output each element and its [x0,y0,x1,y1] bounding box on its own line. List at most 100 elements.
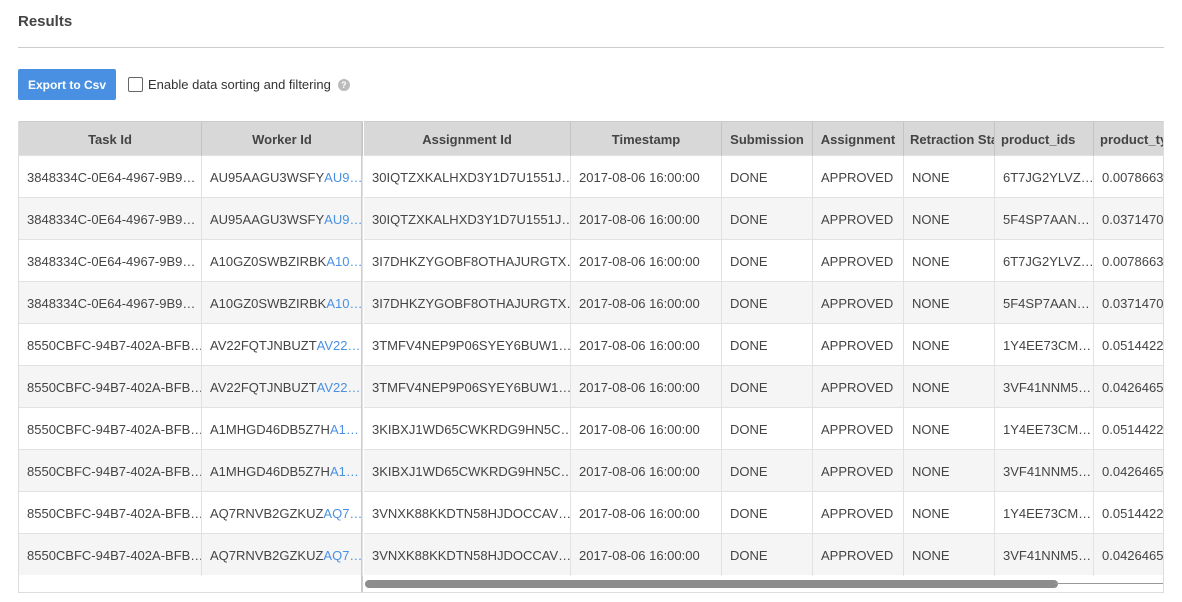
worker-id-cell[interactable]: A1MHGD46DB5Z7H A1… [202,408,363,450]
assignment-id-cell[interactable]: 3VNXK88KKDTN58HJDOCCAV… [364,492,571,534]
product-type-cell[interactable]: 0.0426465 [1094,366,1163,408]
table-row[interactable]: 3TMFV4NEP9P06SYEY6BUW1… 2017-08-06 16:00:… [364,365,1163,408]
column-header[interactable]: Submission [722,122,813,156]
assignment-status-cell[interactable]: APPROVED [813,534,904,576]
assignment-status-cell[interactable]: APPROVED [813,408,904,450]
table-row[interactable]: 30IQTZXKALHXD3Y1D7U1551J… 2017-08-06 16:0… [364,197,1163,240]
worker-id-cell[interactable]: AV22FQTJNBUZT AV22… [202,366,363,408]
table-row[interactable]: 3848334C-0E64-4967-9B9… A10GZ0SWBZIRBK A10… [19,281,363,324]
submission-cell[interactable]: DONE [722,450,813,492]
timestamp-cell[interactable]: 2017-08-06 16:00:00 [571,282,722,324]
timestamp-cell[interactable]: 2017-08-06 16:00:00 [571,366,722,408]
assignment-id-cell[interactable]: 3TMFV4NEP9P06SYEY6BUW1… [364,366,571,408]
timestamp-cell[interactable]: 2017-08-06 16:00:00 [571,198,722,240]
timestamp-cell[interactable]: 2017-08-06 16:00:00 [571,450,722,492]
worker-id-link[interactable]: AQ7… [323,506,362,521]
timestamp-cell[interactable]: 2017-08-06 16:00:00 [571,408,722,450]
submission-cell[interactable]: DONE [722,324,813,366]
column-header[interactable]: product_typ [1094,122,1163,156]
product-type-cell[interactable]: 0.0514422 [1094,492,1163,534]
retraction-status-cell[interactable]: NONE [904,450,995,492]
task-id-cell[interactable]: 3848334C-0E64-4967-9B9… [19,240,202,282]
table-row[interactable]: 3848334C-0E64-4967-9B9… AU95AAGU3WSFY AU9… [19,197,363,240]
product-ids-cell[interactable]: 3VF41NNM5… [995,366,1094,408]
worker-id-link[interactable]: AQ7… [323,548,362,563]
task-id-cell[interactable]: 8550CBFC-94B7-402A-BFB… [19,408,202,450]
product-type-cell[interactable]: 0.0514422 [1094,324,1163,366]
product-ids-cell[interactable]: 5F4SP7AAN… [995,282,1094,324]
task-id-cell[interactable]: 3848334C-0E64-4967-9B9… [19,198,202,240]
task-id-cell[interactable]: 8550CBFC-94B7-402A-BFB… [19,324,202,366]
assignment-status-cell[interactable]: APPROVED [813,198,904,240]
assignment-id-cell[interactable]: 3KIBXJ1WD65CWKRDG9HN5C… [364,450,571,492]
table-row[interactable]: 8550CBFC-94B7-402A-BFB… AQ7RNVB2GZKUZ AQ7… [19,533,363,576]
product-type-cell[interactable]: 0.0426465 [1094,534,1163,576]
timestamp-cell[interactable]: 2017-08-06 16:00:00 [571,156,722,198]
timestamp-cell[interactable]: 2017-08-06 16:00:00 [571,534,722,576]
assignment-id-cell[interactable]: 3TMFV4NEP9P06SYEY6BUW1… [364,324,571,366]
worker-id-cell[interactable]: AQ7RNVB2GZKUZ AQ7… [202,534,363,576]
task-id-cell[interactable]: 3848334C-0E64-4967-9B9… [19,282,202,324]
task-id-cell[interactable]: 8550CBFC-94B7-402A-BFB… [19,450,202,492]
product-type-cell[interactable]: 0.0514422 [1094,408,1163,450]
scrollbar-thumb[interactable] [365,580,1058,588]
worker-id-link[interactable]: AV22… [317,380,361,395]
worker-id-cell[interactable]: AV22FQTJNBUZT AV22… [202,324,363,366]
submission-cell[interactable]: DONE [722,366,813,408]
assignment-id-cell[interactable]: 3KIBXJ1WD65CWKRDG9HN5C… [364,408,571,450]
product-ids-cell[interactable]: 3VF41NNM5… [995,450,1094,492]
worker-id-cell[interactable]: AU95AAGU3WSFY AU9… [202,156,363,198]
product-ids-cell[interactable]: 3VF41NNM5… [995,534,1094,576]
submission-cell[interactable]: DONE [722,492,813,534]
column-header[interactable]: Timestamp [571,122,722,156]
worker-id-cell[interactable]: AU95AAGU3WSFY AU9… [202,198,363,240]
product-ids-cell[interactable]: 5F4SP7AAN… [995,198,1094,240]
column-header[interactable]: Retraction Stat [904,122,995,156]
retraction-status-cell[interactable]: NONE [904,366,995,408]
product-type-cell[interactable]: 0.0426465 [1094,450,1163,492]
product-ids-cell[interactable]: 6T7JG2YLVZ… [995,156,1094,198]
column-header[interactable]: product_ids [995,122,1094,156]
timestamp-cell[interactable]: 2017-08-06 16:00:00 [571,240,722,282]
horizontal-scrollbar[interactable] [364,577,1163,591]
help-icon[interactable]: ? [337,78,350,91]
table-row[interactable]: 3KIBXJ1WD65CWKRDG9HN5C… 2017-08-06 16:00:… [364,449,1163,492]
table-row[interactable]: 8550CBFC-94B7-402A-BFB… AV22FQTJNBUZT AV22… [19,323,363,366]
sort-filter-toggle[interactable]: Enable data sorting and filtering ? [128,77,350,92]
worker-id-cell[interactable]: AQ7RNVB2GZKUZ AQ7… [202,492,363,534]
worker-id-link[interactable]: A10… [326,296,362,311]
table-row[interactable]: 8550CBFC-94B7-402A-BFB… AV22FQTJNBUZT AV22… [19,365,363,408]
product-type-cell[interactable]: 0.0371470 [1094,198,1163,240]
column-header[interactable]: Worker Id [202,122,363,156]
retraction-status-cell[interactable]: NONE [904,240,995,282]
worker-id-cell[interactable]: A10GZ0SWBZIRBK A10… [202,282,363,324]
assignment-status-cell[interactable]: APPROVED [813,492,904,534]
product-ids-cell[interactable]: 6T7JG2YLVZ… [995,240,1094,282]
column-header[interactable]: Task Id [19,122,202,156]
submission-cell[interactable]: DONE [722,282,813,324]
task-id-cell[interactable]: 8550CBFC-94B7-402A-BFB… [19,534,202,576]
submission-cell[interactable]: DONE [722,408,813,450]
worker-id-cell[interactable]: A1MHGD46DB5Z7H A1… [202,450,363,492]
assignment-id-cell[interactable]: 3I7DHKZYGOBF8OTHAJURGTX… [364,282,571,324]
table-row[interactable]: 3TMFV4NEP9P06SYEY6BUW1… 2017-08-06 16:00:… [364,323,1163,366]
table-row[interactable]: 8550CBFC-94B7-402A-BFB… A1MHGD46DB5Z7H A1… [19,407,363,450]
assignment-status-cell[interactable]: APPROVED [813,366,904,408]
assignment-status-cell[interactable]: APPROVED [813,240,904,282]
product-type-cell[interactable]: 0.0078663 [1094,240,1163,282]
product-type-cell[interactable]: 0.0371470 [1094,282,1163,324]
product-ids-cell[interactable]: 1Y4EE73CM… [995,324,1094,366]
assignment-status-cell[interactable]: APPROVED [813,282,904,324]
sort-filter-checkbox[interactable] [128,77,143,92]
worker-id-link[interactable]: AV22… [317,338,361,353]
task-id-cell[interactable]: 8550CBFC-94B7-402A-BFB… [19,366,202,408]
table-row[interactable]: 3VNXK88KKDTN58HJDOCCAV… 2017-08-06 16:00:… [364,491,1163,534]
assignment-id-cell[interactable]: 3VNXK88KKDTN58HJDOCCAV… [364,534,571,576]
submission-cell[interactable]: DONE [722,198,813,240]
table-row[interactable]: 3848334C-0E64-4967-9B9… AU95AAGU3WSFY AU9… [19,155,363,198]
table-row[interactable]: 3I7DHKZYGOBF8OTHAJURGTX… 2017-08-06 16:00… [364,281,1163,324]
worker-id-link[interactable]: A1… [330,464,359,479]
product-type-cell[interactable]: 0.0078663 [1094,156,1163,198]
table-row[interactable]: 8550CBFC-94B7-402A-BFB… A1MHGD46DB5Z7H A1… [19,449,363,492]
sort-filter-label[interactable]: Enable data sorting and filtering [148,77,331,92]
